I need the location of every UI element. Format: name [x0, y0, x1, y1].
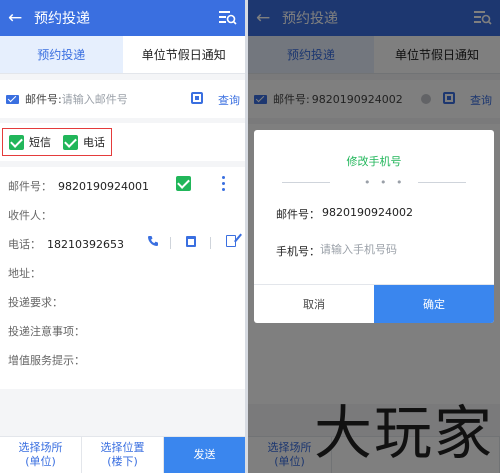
tab-holiday-notice[interactable]: 单位节假日通知	[123, 36, 246, 73]
bottom-action-bar: 选择场所 (单位) 选择位置 (楼下) 发送	[0, 436, 245, 473]
phone-label: 电话：	[8, 238, 41, 251]
select-position-button[interactable]: 选择位置 (楼下)	[82, 437, 164, 473]
left-screen: ← 预约投递 预约投递 单位节假日通知 邮件号: 查询 短信 电话	[0, 0, 245, 473]
send-button[interactable]: 发送	[164, 437, 245, 473]
call-label: 电话	[83, 136, 105, 149]
phone-number-input[interactable]	[320, 243, 470, 256]
select-mail-checkbox[interactable]	[176, 176, 191, 191]
sms-checkbox[interactable]: 短信	[9, 134, 51, 150]
dialog-phone-label: 手机号：	[276, 245, 320, 258]
delivery-requirement-label: 投递要求：	[8, 296, 63, 309]
mail-number-value: 9820190924001	[58, 180, 149, 193]
page-title: 预约投递	[34, 11, 90, 27]
more-options-icon[interactable]	[222, 176, 225, 191]
value-added-label: 增值服务提示：	[8, 354, 85, 367]
address-label: 地址：	[8, 267, 41, 280]
phone-row: 电话： 18210392653	[8, 236, 124, 252]
tab-appointment-delivery[interactable]: 预约投递	[0, 36, 123, 73]
app-header: ← 预约投递	[0, 0, 245, 36]
tab-bar: 预约投递 单位节假日通知	[0, 36, 245, 74]
divider	[282, 182, 330, 183]
search-row: 邮件号: 查询	[0, 80, 245, 118]
delivery-notes-label: 投递注意事项：	[8, 325, 85, 338]
delivery-requirement-row: 投递要求：	[8, 294, 63, 310]
address-row: 地址：	[8, 265, 41, 281]
mail-number-row: 邮件号： 9820190924001	[8, 178, 149, 194]
edit-phone-dialog: 修改手机号 • • • 邮件号： 9820190924002 手机号： 取消 确…	[254, 130, 494, 323]
search-label: 邮件号:	[25, 93, 62, 106]
dialog-title: 修改手机号	[346, 155, 402, 168]
call-checkbox[interactable]: 电话	[63, 134, 105, 150]
divider	[210, 237, 211, 249]
delivery-notes-row: 投递注意事项：	[8, 323, 85, 339]
call-icon[interactable]	[147, 235, 159, 247]
query-button[interactable]: 查询	[218, 92, 240, 108]
dialog-mail-label: 邮件号：	[276, 208, 320, 221]
notify-options: 短信 电话	[0, 123, 245, 161]
back-arrow-icon[interactable]: ←	[8, 8, 26, 28]
list-search-icon[interactable]	[219, 10, 237, 25]
dots-decoration: • • •	[364, 176, 406, 189]
divider	[418, 182, 466, 183]
checkbox-checked-icon	[9, 134, 24, 150]
right-screen: ← 预约投递 预约投递 单位节假日通知 邮件号: 9820190924002 查…	[248, 0, 500, 473]
recipient-label: 收件人：	[8, 209, 52, 222]
sms-label: 短信	[29, 136, 51, 149]
select-location-button[interactable]: 选择场所 (单位)	[0, 437, 82, 473]
checkbox-checked-icon	[63, 134, 78, 150]
divider	[170, 237, 171, 249]
cancel-button[interactable]: 取消	[254, 285, 374, 323]
mail-detail-card: 邮件号： 9820190924001 收件人： 电话： 18210392653 地址…	[0, 167, 245, 389]
delete-icon[interactable]	[186, 236, 196, 247]
edit-icon[interactable]	[226, 235, 236, 247]
value-added-row: 增值服务提示：	[8, 352, 85, 368]
dialog-mail-value: 9820190924002	[322, 206, 413, 219]
recipient-row: 收件人：	[8, 207, 52, 223]
mail-icon	[6, 94, 19, 104]
dialog-actions: 取消 确定	[254, 284, 494, 323]
notify-highlight-box: 短信 电话	[2, 128, 112, 156]
confirm-button[interactable]: 确定	[374, 285, 494, 323]
phone-value: 18210392653	[47, 238, 124, 251]
scan-icon[interactable]	[191, 92, 203, 104]
watermark-text: 大玩家	[313, 399, 494, 467]
mail-number-input[interactable]	[61, 92, 142, 106]
mail-number-label: 邮件号：	[8, 180, 52, 193]
